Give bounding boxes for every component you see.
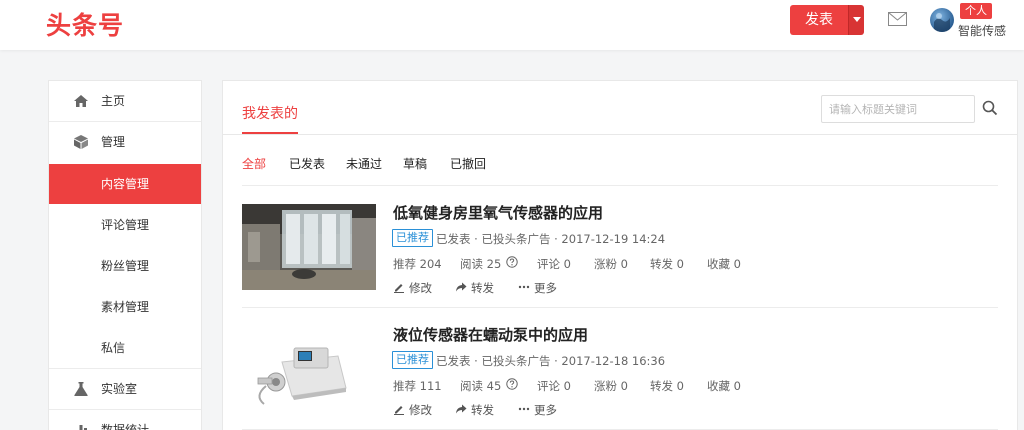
share-icon (456, 404, 467, 414)
sidebar-item-label: 评论管理 (101, 218, 150, 232)
stat-collect: 收藏 0 (707, 257, 741, 271)
filter-rejected[interactable]: 未通过 (346, 155, 382, 172)
edit-button[interactable]: 修改 (409, 402, 432, 418)
sidebar-item-label: 内容管理 (101, 177, 150, 191)
sidebar-item-comment-management[interactable]: 评论管理 (49, 205, 201, 245)
sidebar: 主页 管理 内容管理 评论管理 粉丝管理 素材管理 私信 实验室 数据统计 (48, 80, 202, 430)
logo[interactable]: 头条号 (46, 6, 124, 42)
edit-icon (394, 406, 404, 415)
forward-button[interactable]: 转发 (471, 280, 494, 296)
article-item: 低氧健身房里氧气传感器的应用 已推荐 已发表 · 已投头条广告 · 2017-1… (242, 186, 998, 308)
filter-all[interactable]: 全部 (242, 155, 266, 172)
more-button[interactable]: 更多 (534, 402, 557, 418)
article-title[interactable]: 低氧健身房里氧气传感器的应用 (393, 202, 603, 223)
filter-drafts[interactable]: 草稿 (403, 155, 427, 172)
divider (223, 134, 1017, 135)
more-icon (518, 285, 530, 289)
edit-icon (394, 284, 404, 293)
sidebar-item-lab[interactable]: 实验室 (49, 369, 201, 409)
bar-chart-icon (79, 425, 87, 430)
stat-recommend: 推荐 204 (393, 257, 442, 271)
publish-dropdown-button[interactable] (848, 5, 864, 35)
user-name[interactable]: 智能传感 (958, 22, 1006, 39)
stat-recommend: 推荐 111 (393, 379, 442, 393)
stat-comment: 评论 0 (537, 257, 571, 271)
stat-share: 转发 0 (650, 257, 684, 271)
article-status: 已发表 · 已投头条广告 · 2017-12-19 14:24 (436, 232, 666, 246)
stat-fans: 涨粉 0 (594, 379, 628, 393)
stat-comment: 评论 0 (537, 379, 571, 393)
stat-fans: 涨粉 0 (594, 257, 628, 271)
article-item: 液位传感器在蠕动泵中的应用 已推荐 已发表 · 已投头条广告 · 2017-12… (242, 308, 998, 430)
tab-my-published[interactable]: 我发表的 (242, 103, 298, 123)
stat-read: 阅读 45 (460, 379, 502, 393)
sidebar-item-label: 素材管理 (101, 300, 150, 314)
stat-read: 阅读 25 (460, 257, 502, 271)
sidebar-item-label: 主页 (101, 94, 126, 108)
filter-published[interactable]: 已发表 (289, 155, 325, 172)
sidebar-item-material-management[interactable]: 素材管理 (49, 287, 201, 327)
recommended-tag: 已推荐 (392, 229, 433, 247)
sidebar-item-label: 私信 (101, 341, 126, 355)
sidebar-item-manage[interactable]: 管理 (49, 122, 201, 162)
sidebar-item-label: 实验室 (101, 382, 138, 396)
help-icon[interactable] (506, 256, 518, 268)
article-thumbnail[interactable] (242, 326, 376, 412)
stat-collect: 收藏 0 (707, 379, 741, 393)
share-icon (456, 282, 467, 292)
publish-button[interactable]: 发表 (790, 5, 848, 35)
filter-withdrawn[interactable]: 已撤回 (450, 155, 486, 172)
forward-button[interactable]: 转发 (471, 402, 494, 418)
sidebar-item-statistics[interactable]: 数据统计 (49, 410, 201, 430)
avatar[interactable] (930, 8, 954, 32)
article-thumbnail[interactable] (242, 204, 376, 290)
home-icon (74, 95, 88, 107)
sidebar-item-label: 数据统计 (101, 423, 150, 430)
sidebar-item-fans-management[interactable]: 粉丝管理 (49, 246, 201, 286)
help-icon[interactable] (506, 378, 518, 390)
recommended-tag: 已推荐 (392, 351, 433, 369)
box-icon (74, 135, 88, 149)
search-input[interactable] (821, 95, 975, 123)
edit-button[interactable]: 修改 (409, 280, 432, 296)
flask-icon (74, 382, 88, 396)
top-header: 头条号 发表 个人 智能传感 (0, 0, 1024, 50)
sidebar-item-label: 管理 (101, 135, 126, 149)
sidebar-item-label: 粉丝管理 (101, 259, 150, 273)
stat-share: 转发 0 (650, 379, 684, 393)
sidebar-item-home[interactable]: 主页 (49, 81, 201, 121)
content-panel: 我发表的 全部 已发表 未通过 草稿 已撤回 (222, 80, 1018, 430)
article-title[interactable]: 液位传感器在蠕动泵中的应用 (393, 324, 588, 345)
more-button[interactable]: 更多 (534, 280, 557, 296)
more-icon (518, 407, 530, 411)
search-icon[interactable] (982, 100, 998, 116)
mail-icon[interactable] (888, 12, 907, 26)
account-type-badge: 个人 (960, 3, 992, 19)
sidebar-item-content-management[interactable]: 内容管理 (49, 164, 201, 204)
article-status: 已发表 · 已投头条广告 · 2017-12-18 16:36 (436, 354, 666, 368)
sidebar-item-messages[interactable]: 私信 (49, 328, 201, 368)
